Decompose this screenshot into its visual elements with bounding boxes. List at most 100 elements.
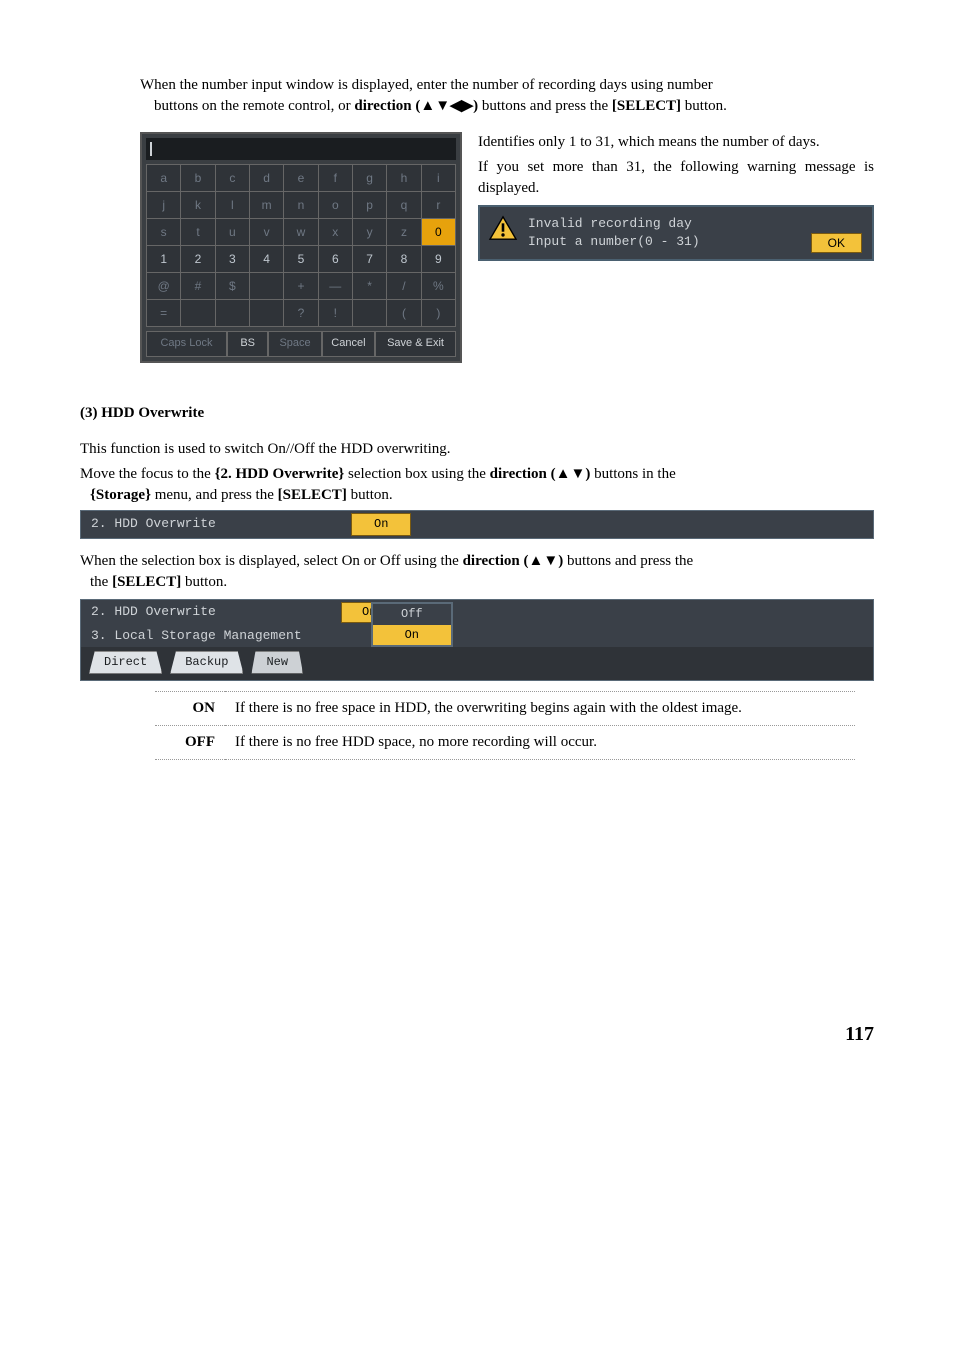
key-blank[interactable] [215, 300, 249, 327]
paragraph: When the number input window is displaye… [140, 75, 874, 117]
key-plus[interactable]: + [284, 273, 318, 300]
key-blank[interactable] [249, 273, 283, 300]
definition-table: ON If there is no free space in HDD, the… [155, 691, 855, 760]
key-8[interactable]: 8 [387, 246, 421, 273]
key-1[interactable]: 1 [147, 246, 181, 273]
key-a[interactable]: a [147, 165, 181, 192]
text-bold: [SELECT] [278, 487, 347, 503]
key-7[interactable]: 7 [352, 246, 386, 273]
key-h[interactable]: h [387, 165, 421, 192]
key-s[interactable]: s [147, 219, 181, 246]
tab-backup[interactable]: Backup [170, 651, 243, 674]
menu-row-hdd-overwrite: 2. HDD Overwrite On [80, 510, 874, 539]
key-slash[interactable]: / [387, 273, 421, 300]
key-2[interactable]: 2 [181, 246, 215, 273]
def-key-on: ON [155, 691, 225, 725]
key-hash[interactable]: # [181, 273, 215, 300]
paragraph: Move the focus to the {2. HDD Overwrite}… [80, 464, 874, 506]
key-lparen[interactable]: ( [387, 300, 421, 327]
key-5[interactable]: 5 [284, 246, 318, 273]
def-key-off: OFF [155, 725, 225, 759]
key-minus[interactable]: — [318, 273, 352, 300]
text: buttons and press the [482, 98, 612, 114]
dropdown-on-off[interactable]: Off On [371, 602, 453, 648]
key-i[interactable]: i [421, 165, 455, 192]
keyboard-input-field[interactable] [146, 138, 456, 160]
key-dollar[interactable]: $ [215, 273, 249, 300]
text: menu, and press the [155, 487, 278, 503]
section-number: (3) [80, 405, 98, 421]
key-m[interactable]: m [249, 192, 283, 219]
key-capslock[interactable]: Caps Lock [146, 331, 227, 357]
key-y[interactable]: y [352, 219, 386, 246]
menu-value-selected[interactable]: On [351, 513, 411, 536]
key-6[interactable]: 6 [318, 246, 352, 273]
key-exclaim[interactable]: ! [318, 300, 352, 327]
text: When the selection box is displayed, sel… [80, 553, 463, 569]
key-9[interactable]: 9 [421, 246, 455, 273]
key-save-exit[interactable]: Save & Exit [375, 331, 456, 357]
menu-label: 3. Local Storage Management [91, 627, 341, 645]
key-b[interactable]: b [181, 165, 215, 192]
onscreen-keyboard: a b c d e f g h i j k l m n o p q r [140, 132, 462, 363]
key-rparen[interactable]: ) [421, 300, 455, 327]
key-equal[interactable]: = [147, 300, 181, 327]
text: buttons and press the [567, 553, 693, 569]
key-question[interactable]: ? [284, 300, 318, 327]
key-cancel[interactable]: Cancel [322, 331, 375, 357]
key-c[interactable]: c [215, 165, 249, 192]
key-4[interactable]: 4 [249, 246, 283, 273]
key-z[interactable]: z [387, 219, 421, 246]
key-u[interactable]: u [215, 219, 249, 246]
key-space[interactable]: Space [268, 331, 321, 357]
menu-label: 2. HDD Overwrite [91, 603, 341, 621]
key-k[interactable]: k [181, 192, 215, 219]
key-3[interactable]: 3 [215, 246, 249, 273]
text: buttons in the [594, 466, 676, 482]
key-w[interactable]: w [284, 219, 318, 246]
text: the [90, 574, 112, 590]
text: buttons on the remote control, or [154, 98, 354, 114]
key-x[interactable]: x [318, 219, 352, 246]
section-title: HDD Overwrite [101, 405, 204, 421]
key-v[interactable]: v [249, 219, 283, 246]
key-percent[interactable]: % [421, 273, 455, 300]
key-f[interactable]: f [318, 165, 352, 192]
text: Identifies only 1 to 31, which means the… [478, 132, 874, 153]
text: Move the focus to the [80, 466, 215, 482]
key-o[interactable]: o [318, 192, 352, 219]
text: button. [685, 98, 727, 114]
menu-label: 2. HDD Overwrite [81, 511, 351, 537]
dropdown-option-off[interactable]: Off [373, 604, 451, 625]
key-g[interactable]: g [352, 165, 386, 192]
def-val-on: If there is no free space in HDD, the ov… [225, 691, 855, 725]
key-blank[interactable] [249, 300, 283, 327]
text-bold: direction (▲▼) [463, 553, 564, 569]
key-star[interactable]: * [352, 273, 386, 300]
key-q[interactable]: q [387, 192, 421, 219]
key-e[interactable]: e [284, 165, 318, 192]
key-n[interactable]: n [284, 192, 318, 219]
text: selection box using the [348, 466, 490, 482]
text: When the number input window is displaye… [140, 77, 713, 93]
key-backspace[interactable]: BS [227, 331, 268, 357]
text: button. [351, 487, 393, 503]
tab-direct[interactable]: Direct [89, 651, 162, 674]
key-p[interactable]: p [352, 192, 386, 219]
ok-button[interactable]: OK [811, 233, 862, 254]
key-0[interactable]: 0 [421, 219, 455, 246]
warning-dialog: Invalid recording day Input a number(0 -… [478, 205, 874, 261]
dropdown-option-on[interactable]: On [373, 625, 451, 646]
key-at[interactable]: @ [147, 273, 181, 300]
key-blank[interactable] [181, 300, 215, 327]
key-d[interactable]: d [249, 165, 283, 192]
key-t[interactable]: t [181, 219, 215, 246]
tab-new[interactable]: New [251, 651, 303, 674]
key-blank[interactable] [352, 300, 386, 327]
key-r[interactable]: r [421, 192, 455, 219]
text-bold: [SELECT] [612, 98, 681, 114]
menu-block-storage: 2. HDD Overwrite On 3. Local Storage Man… [80, 599, 874, 681]
page-number: 117 [80, 1020, 874, 1048]
key-l[interactable]: l [215, 192, 249, 219]
key-j[interactable]: j [147, 192, 181, 219]
